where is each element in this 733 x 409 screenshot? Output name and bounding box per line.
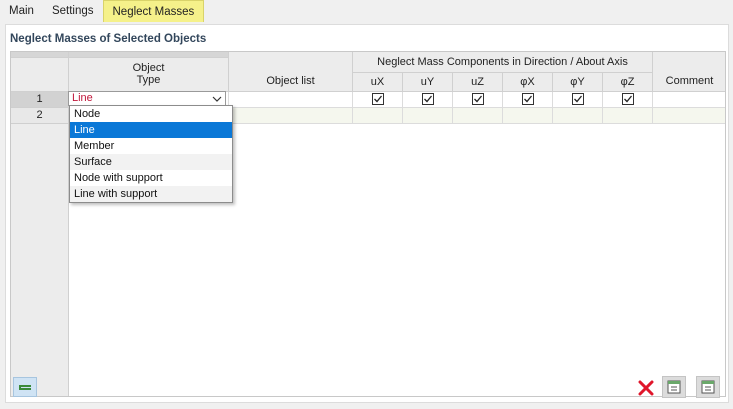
neglect-masses-panel: Neglect Masses of Selected Objects Objec… bbox=[5, 24, 729, 403]
cell-uz[interactable] bbox=[453, 108, 503, 124]
ux-checkbox[interactable] bbox=[372, 93, 384, 105]
import-table-icon bbox=[663, 380, 685, 400]
cell-comment[interactable] bbox=[653, 108, 725, 124]
table-settings-button[interactable] bbox=[13, 377, 37, 397]
object-type-value: Line bbox=[72, 92, 93, 104]
phix-checkbox[interactable] bbox=[522, 93, 534, 105]
header-uz: uZ bbox=[453, 73, 503, 92]
option-line-with-support[interactable]: Line with support bbox=[70, 186, 232, 202]
delete-x-icon bbox=[636, 380, 656, 401]
object-type-combobox[interactable]: Line bbox=[68, 91, 226, 106]
cell-ux[interactable] bbox=[353, 108, 403, 124]
cell-phiy bbox=[553, 92, 603, 108]
option-node[interactable]: Node bbox=[70, 106, 232, 122]
cell-object-list[interactable] bbox=[229, 92, 353, 108]
header-neglect-group: Neglect Mass Components in Direction / A… bbox=[353, 52, 653, 73]
row-number[interactable]: 1 bbox=[11, 92, 69, 108]
header-ux: uX bbox=[353, 73, 403, 92]
row-number[interactable]: 2 bbox=[11, 108, 69, 124]
cell-uz bbox=[453, 92, 503, 108]
tab-main[interactable]: Main bbox=[0, 0, 43, 22]
header-phiz: φZ bbox=[603, 73, 653, 92]
tab-neglect-masses[interactable]: Neglect Masses bbox=[102, 0, 205, 22]
export-table-icon bbox=[697, 380, 719, 400]
header-uy: uY bbox=[403, 73, 453, 92]
phiy-checkbox[interactable] bbox=[572, 93, 584, 105]
object-type-dropdown: Node Line Member Surface Node with suppo… bbox=[69, 105, 233, 203]
phiz-checkbox[interactable] bbox=[622, 93, 634, 105]
row-number-header bbox=[11, 58, 69, 92]
cell-phix[interactable] bbox=[503, 108, 553, 124]
header-phiy: φY bbox=[553, 73, 603, 92]
export-button[interactable] bbox=[696, 376, 720, 398]
header-comment: Comment bbox=[653, 52, 725, 92]
row-number-gutter bbox=[11, 124, 69, 396]
table-settings-icon bbox=[14, 385, 36, 399]
cell-ux bbox=[353, 92, 403, 108]
tab-settings[interactable]: Settings bbox=[43, 0, 103, 22]
panel-title: Neglect Masses of Selected Objects bbox=[10, 33, 207, 45]
uy-checkbox[interactable] bbox=[422, 93, 434, 105]
tab-bar: Main Settings Neglect Masses bbox=[0, 0, 205, 22]
option-member[interactable]: Member bbox=[70, 138, 232, 154]
cell-uy[interactable] bbox=[403, 108, 453, 124]
cell-object-list[interactable] bbox=[229, 108, 353, 124]
cell-phiy[interactable] bbox=[553, 108, 603, 124]
cell-uy bbox=[403, 92, 453, 108]
cell-phiz[interactable] bbox=[603, 108, 653, 124]
header-phix: φX bbox=[503, 73, 553, 92]
cell-comment[interactable] bbox=[653, 92, 725, 108]
header-object-list: Object list bbox=[229, 52, 353, 92]
import-button[interactable] bbox=[662, 376, 686, 398]
uz-checkbox[interactable] bbox=[472, 93, 484, 105]
option-node-with-support[interactable]: Node with support bbox=[70, 170, 232, 186]
header-object-type: Object Type bbox=[69, 58, 229, 92]
option-line[interactable]: Line bbox=[70, 122, 232, 138]
cell-phix bbox=[503, 92, 553, 108]
delete-button[interactable] bbox=[636, 378, 656, 398]
option-surface[interactable]: Surface bbox=[70, 154, 232, 170]
cell-phiz bbox=[603, 92, 653, 108]
